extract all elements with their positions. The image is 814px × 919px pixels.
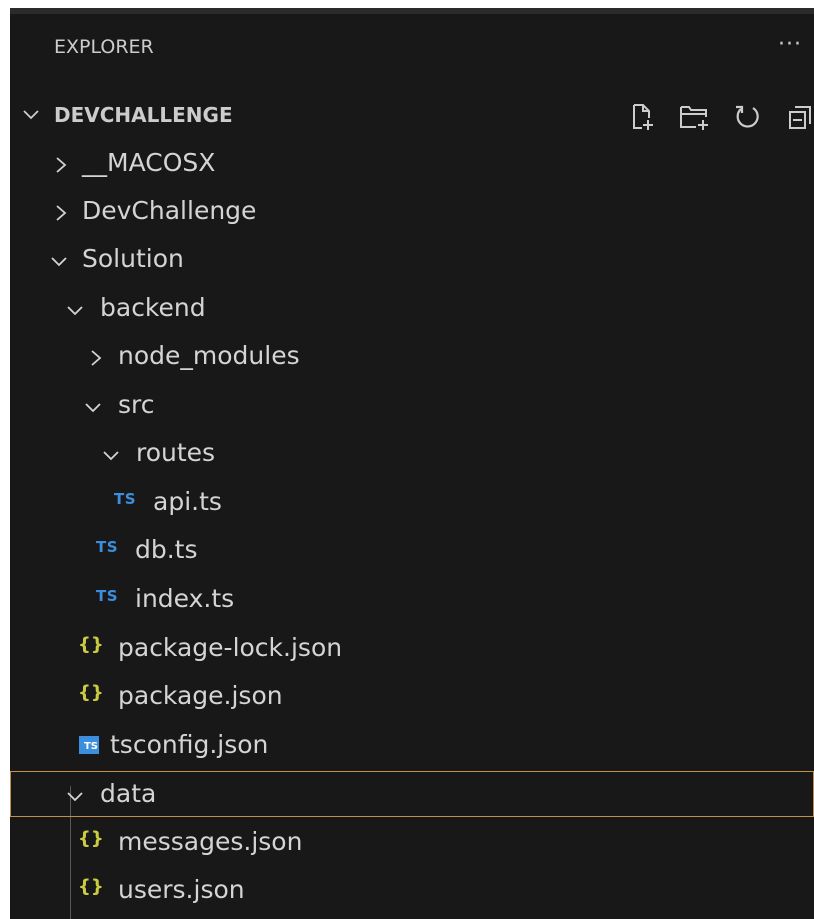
workspace-root-row[interactable]: DEVCHALLENGE — [10, 100, 814, 132]
json-file-icon: {} — [78, 828, 104, 849]
chevron-down-icon — [23, 110, 39, 120]
tree-item-node-modules[interactable]: node_modules — [10, 333, 814, 379]
panel-top-border — [10, 8, 814, 14]
tree-item-label: backend — [100, 293, 206, 322]
tree-item-label: package-lock.json — [118, 633, 343, 662]
chevron-down-icon — [67, 306, 83, 316]
chevron-right-icon — [91, 350, 102, 366]
tree-item-label: package.json — [118, 681, 283, 710]
tree-item-db-ts[interactable]: TS db.ts — [10, 527, 814, 573]
typescript-file-icon: TS — [96, 587, 119, 605]
tree-item-label: node_modules — [118, 341, 300, 370]
json-file-icon: {} — [78, 682, 104, 703]
tree-item-label: data — [100, 779, 157, 808]
chevron-down-icon — [103, 451, 119, 461]
typescript-file-icon: TS — [114, 490, 137, 508]
tree-item-label: index.ts — [135, 584, 235, 613]
chevron-down-icon — [85, 403, 101, 413]
explorer-panel: EXPLORER ··· DEVCHALLENGE __MACOSX DevCh… — [10, 8, 814, 919]
tree-item-src[interactable]: src — [10, 382, 814, 428]
chevron-down-icon — [51, 257, 67, 267]
tree-item-label: DevChallenge — [82, 196, 257, 225]
tree-item-package-lock-json[interactable]: {} package-lock.json — [10, 625, 814, 671]
tree-item-tsconfig-json[interactable]: TS tsconfig.json — [10, 722, 814, 768]
workspace-root-label: DEVCHALLENGE — [54, 103, 233, 127]
tree-item-label: __MACOSX — [82, 148, 216, 177]
refresh-icon[interactable] — [732, 102, 764, 132]
new-folder-icon[interactable] — [678, 102, 712, 132]
new-file-icon[interactable] — [628, 102, 658, 132]
json-file-icon: {} — [78, 876, 104, 897]
tree-item-label: src — [118, 390, 155, 419]
tree-item-label: api.ts — [153, 487, 222, 516]
tree-item-messages-json[interactable]: {} messages.json — [10, 819, 814, 865]
tree-item-macosx[interactable]: __MACOSX — [10, 140, 814, 186]
collapse-all-icon[interactable] — [786, 102, 814, 132]
chevron-right-icon — [56, 205, 67, 221]
tree-item-label: db.ts — [135, 535, 198, 564]
tree-item-devchallenge[interactable]: DevChallenge — [10, 188, 814, 234]
tree-item-solution[interactable]: Solution — [10, 236, 814, 282]
json-file-icon: {} — [78, 634, 104, 655]
tree-item-label: messages.json — [118, 827, 303, 856]
chevron-right-icon — [56, 157, 67, 173]
chevron-down-icon — [67, 792, 83, 802]
tsconfig-file-icon: TS — [79, 736, 99, 754]
tree-item-label: Solution — [82, 244, 184, 273]
explorer-header: EXPLORER — [54, 36, 154, 58]
tree-item-users-json[interactable]: {} users.json — [10, 867, 814, 913]
tree-item-api-ts[interactable]: TS api.ts — [10, 479, 814, 525]
tree-item-label: tsconfig.json — [110, 730, 269, 759]
tree-item-backend[interactable]: backend — [10, 285, 814, 331]
tree-item-routes[interactable]: routes — [10, 430, 814, 476]
more-actions-button[interactable]: ··· — [778, 32, 802, 57]
typescript-file-icon: TS — [96, 538, 119, 556]
tree-item-index-ts[interactable]: TS index.ts — [10, 576, 814, 622]
tree-item-package-json[interactable]: {} package.json — [10, 673, 814, 719]
tree-item-label: users.json — [118, 875, 245, 904]
tree-item-data[interactable]: data — [10, 771, 814, 817]
tree-item-label: routes — [136, 438, 216, 467]
